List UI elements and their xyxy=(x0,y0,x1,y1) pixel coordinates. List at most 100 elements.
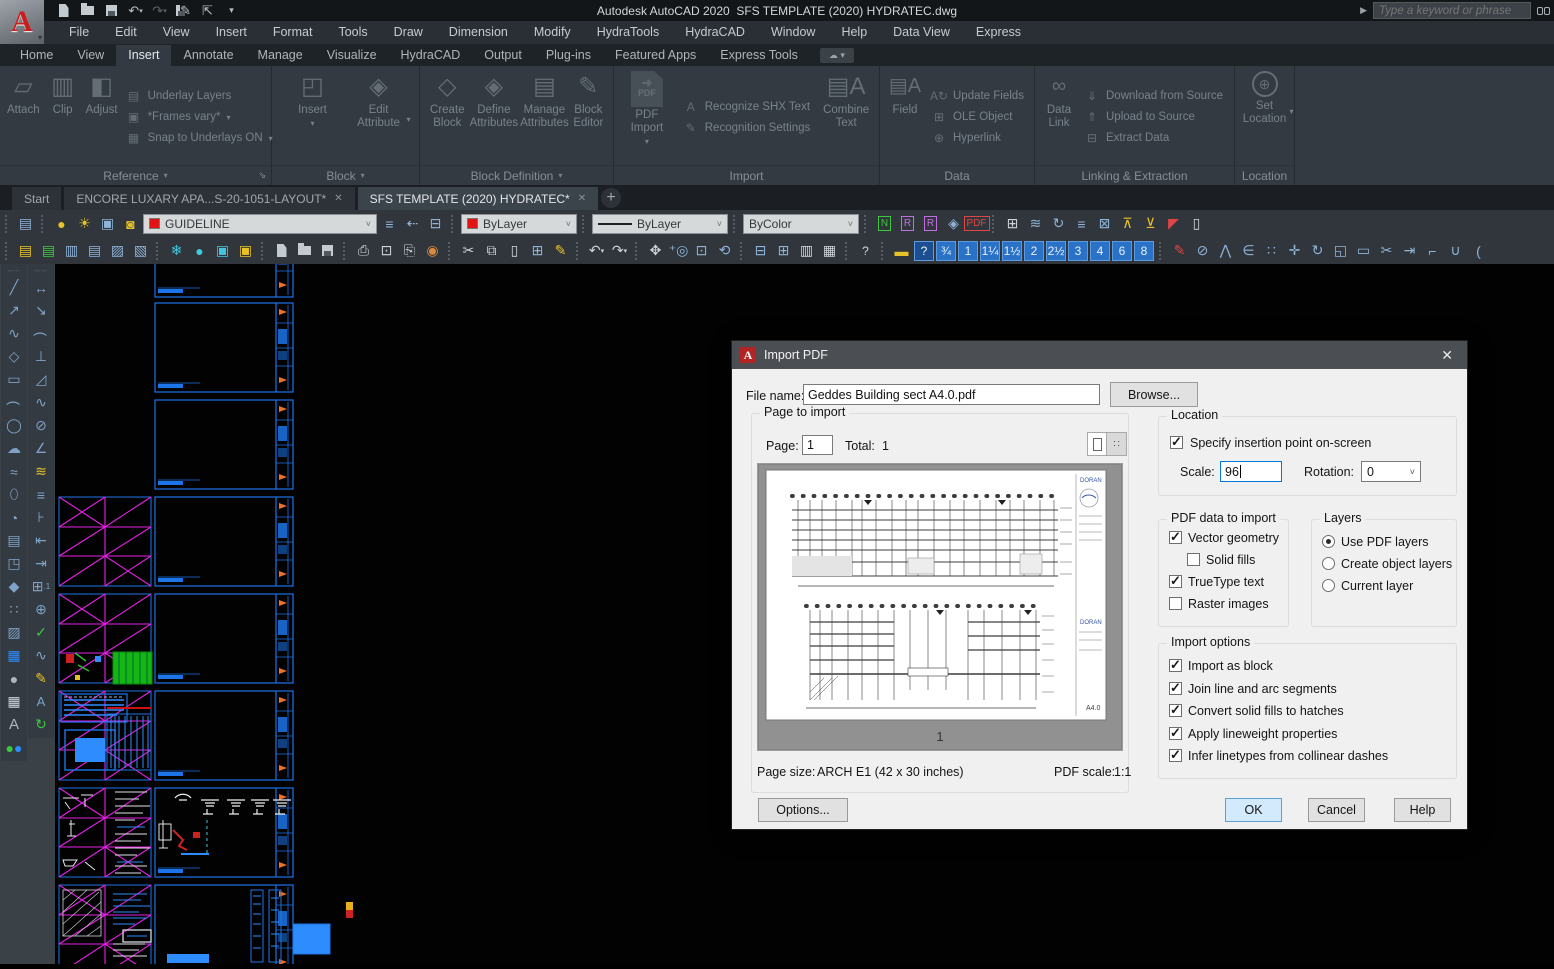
import-as-block-checkbox[interactable] xyxy=(1169,657,1182,673)
toolbar-grip[interactable] xyxy=(992,214,997,233)
ribbon-display-toggle[interactable]: ☁ ▾ xyxy=(819,48,854,63)
undo-icon[interactable]: ↶ ▾ xyxy=(128,3,143,18)
layer-tool-2-icon[interactable]: ▤ xyxy=(38,240,59,261)
dim-textedit-icon[interactable]: A xyxy=(29,690,53,713)
dim-space-icon[interactable]: ⇤ xyxy=(29,529,53,552)
erase-icon[interactable]: ⊘ xyxy=(1192,240,1213,261)
open-icon[interactable] xyxy=(294,240,315,261)
layer-dropdown[interactable]: GUIDELINE ˅ xyxy=(143,213,377,234)
center-mark-icon[interactable]: ⊕ xyxy=(29,598,53,621)
menu-dataview[interactable]: Data View xyxy=(880,21,963,44)
line-tool-icon[interactable]: ╱ xyxy=(2,276,26,299)
paste-icon[interactable]: ▯ xyxy=(504,240,525,261)
block-editor-button[interactable]: ✎ Block Editor xyxy=(571,71,606,163)
menu-format[interactable]: Format xyxy=(260,21,326,44)
sheetset-icon[interactable]: ▥ xyxy=(796,240,817,261)
menu-dimension[interactable]: Dimension xyxy=(436,21,521,44)
scale-2-button[interactable]: 2 xyxy=(1024,240,1044,261)
toolbar-grip[interactable] xyxy=(740,241,745,260)
tab-annotate[interactable]: Annotate xyxy=(171,45,245,66)
scale-3-button[interactable]: 3 xyxy=(1068,240,1088,261)
tab-output[interactable]: Output xyxy=(472,45,534,66)
extend-icon[interactable]: ⇥ xyxy=(1399,240,1420,261)
properties-icon[interactable]: ⊟ xyxy=(750,240,771,261)
layer-unlock-icon[interactable]: ▣ xyxy=(97,213,118,234)
file-name-input[interactable] xyxy=(803,384,1100,405)
panel-label-reference[interactable]: Reference ▾ ⇘ xyxy=(0,165,271,185)
new-icon[interactable] xyxy=(271,240,292,261)
save2-icon[interactable] xyxy=(317,240,338,261)
customize-caret-icon[interactable]: ▾ xyxy=(224,3,239,18)
copy-base-icon[interactable]: ⊞ xyxy=(527,240,548,261)
clip-button[interactable]: ▥ Clip xyxy=(48,71,78,163)
color-dropdown[interactable]: ByLayer ˅ xyxy=(461,213,577,234)
break-icon[interactable]: ⌐ xyxy=(1422,240,1443,261)
menu-window[interactable]: Window xyxy=(758,21,828,44)
pdf-import-button[interactable]: ➜ PDF PDF Import ▾ xyxy=(621,71,673,163)
toolbar-grip[interactable] xyxy=(845,241,850,260)
panel-label-block-definition[interactable]: Block Definition ▾ xyxy=(420,165,613,185)
data-link-button[interactable]: ∞ Data Link xyxy=(1042,71,1076,163)
trim-icon[interactable]: ✂ xyxy=(1376,240,1397,261)
mirror-icon[interactable]: ⋀ xyxy=(1215,240,1236,261)
layer-states-icon[interactable]: ≡ xyxy=(379,213,400,234)
tab-home[interactable]: Home xyxy=(8,45,65,66)
menu-express[interactable]: Express xyxy=(963,21,1034,44)
download-source-button[interactable]: ⇓ Download from Source xyxy=(1084,89,1223,103)
plotstyle-dropdown[interactable]: ByColor ˅ xyxy=(743,213,859,234)
search-icon[interactable] xyxy=(1537,6,1550,15)
unlock-icon[interactable]: ▣ xyxy=(235,240,256,261)
menu-insert[interactable]: Insert xyxy=(203,21,260,44)
menu-view[interactable]: View xyxy=(150,21,203,44)
options-button[interactable]: Options... xyxy=(758,798,848,822)
freeze-icon[interactable]: ❄ xyxy=(166,240,187,261)
dim-update-icon[interactable]: ↻ xyxy=(29,713,53,736)
toolbar-grip[interactable] xyxy=(576,241,581,260)
tab-visualize[interactable]: Visualize xyxy=(315,45,389,66)
extract-data-button[interactable]: ⊟ Extract Data xyxy=(1084,131,1223,145)
convert-fills-checkbox[interactable] xyxy=(1169,702,1182,718)
tab-insert[interactable]: Insert xyxy=(116,45,172,66)
dialog-close-icon[interactable]: ✕ xyxy=(1435,347,1459,364)
toolbar-grip[interactable] xyxy=(582,214,587,233)
menu-help[interactable]: Help xyxy=(828,21,880,44)
tab-hydracad[interactable]: HydraCAD xyxy=(389,45,473,66)
menu-edit[interactable]: Edit xyxy=(102,21,150,44)
combine-text-button[interactable]: ▤A Combine Text xyxy=(820,71,872,163)
toolbar-grip[interactable] xyxy=(448,241,453,260)
print-preview-icon[interactable]: ⊡ xyxy=(376,240,397,261)
layer-match-icon[interactable]: ⊟ xyxy=(425,213,446,234)
toolbar-grip[interactable] xyxy=(41,214,46,233)
dim-radius-icon[interactable]: ◿ xyxy=(29,368,53,391)
palette-grip[interactable]: ┄┄ xyxy=(2,266,26,276)
menu-tools[interactable]: Tools xyxy=(325,21,380,44)
app-logo[interactable]: A ▾ xyxy=(0,0,44,44)
dim-arclength-icon[interactable]: ( xyxy=(29,322,53,345)
arc-tool-icon[interactable]: ( xyxy=(2,391,26,414)
layer-merge-icon[interactable]: ⊼ xyxy=(1117,213,1138,234)
layer-thaw-icon[interactable]: ☀ xyxy=(74,213,95,234)
move-icon[interactable]: ✛ xyxy=(1284,240,1305,261)
scale-icon[interactable]: ◱ xyxy=(1330,240,1351,261)
block-star-tool-icon[interactable]: ◆ xyxy=(2,575,26,598)
pan-icon[interactable]: ✥ xyxy=(645,240,666,261)
scale-8-button[interactable]: 8 xyxy=(1134,240,1154,261)
dim-ordinate-icon[interactable]: ⊥ xyxy=(29,345,53,368)
redo-icon[interactable]: ↷ ▾ xyxy=(152,3,167,18)
truetype-text-checkbox[interactable] xyxy=(1169,573,1182,589)
panel-label-import[interactable]: Import xyxy=(614,165,879,185)
pdf-export-icon[interactable]: PDF xyxy=(963,213,990,234)
menu-modify[interactable]: Modify xyxy=(521,21,584,44)
toolbar-grip[interactable] xyxy=(5,214,10,233)
page-input[interactable] xyxy=(802,435,833,455)
layer-tool-3-icon[interactable]: ▥ xyxy=(61,240,82,261)
panel-label-location[interactable]: Location xyxy=(1235,165,1294,185)
menu-draw[interactable]: Draw xyxy=(381,21,436,44)
gradient-tool-icon[interactable]: ▦ xyxy=(2,644,26,667)
dim-baseline-icon[interactable]: ≡ xyxy=(29,483,53,506)
undo2-icon[interactable]: ↶ ▾ xyxy=(586,240,607,261)
tab-express-tools[interactable]: Express Tools xyxy=(708,45,810,66)
dim-edit-icon[interactable]: ✎ xyxy=(29,667,53,690)
layer-uniso-icon[interactable]: ⊠ xyxy=(1094,213,1115,234)
bulb-icon[interactable]: ● xyxy=(189,240,210,261)
